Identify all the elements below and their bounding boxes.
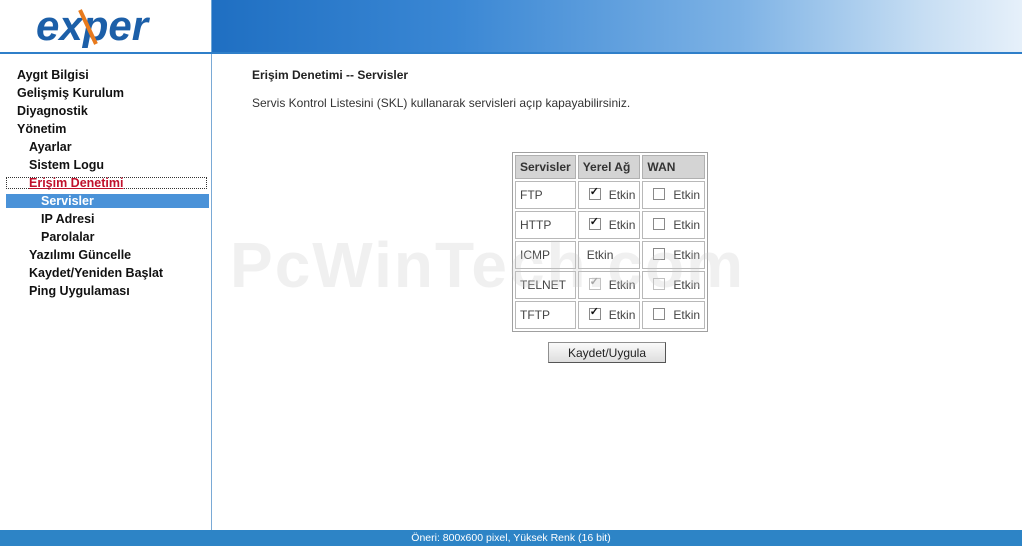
col-header-lan: Yerel Ağ: [577, 155, 641, 179]
table-header-row: Servisler Yerel Ağ WAN: [515, 155, 706, 179]
wan-checkbox-http[interactable]: [653, 218, 666, 230]
lan-cell: Etkin: [577, 211, 641, 239]
wan-cell: Etkin: [642, 211, 706, 239]
nav-selected-highlight: [6, 194, 209, 208]
sidebar-item-diyagnostik[interactable]: Diyagnostik: [17, 104, 88, 118]
service-name: TFTP: [515, 301, 576, 329]
wan-cell: Etkin: [642, 181, 706, 209]
sidebar: Aygıt Bilgisi Gelişmiş Kurulum Diyagnost…: [0, 54, 212, 530]
page-description: Servis Kontrol Listesini (SKL) kullanara…: [252, 96, 631, 110]
lan-cell: Etkin: [577, 271, 641, 299]
service-name: FTP: [515, 181, 576, 209]
wan-enable-label: Etkin: [673, 188, 701, 202]
sidebar-item-parolalar[interactable]: Parolalar: [41, 230, 95, 244]
table-row: HTTP Etkin Etkin: [515, 211, 706, 239]
header: exper: [0, 0, 1022, 54]
col-header-services: Servisler: [515, 155, 576, 179]
wan-cell: Etkin: [642, 241, 706, 269]
table-row: TFTP Etkin Etkin: [515, 301, 706, 329]
lan-enable-label: Etkin: [586, 248, 614, 262]
wan-enable-label: Etkin: [673, 248, 701, 262]
lan-checkbox-tftp[interactable]: [588, 305, 601, 320]
lan-cell: Etkin: [577, 181, 641, 209]
sidebar-item-erisim-denetimi[interactable]: Erişim Denetimi: [29, 176, 123, 190]
lan-checkbox-http[interactable]: [588, 215, 601, 230]
services-table: Servisler Yerel Ağ WAN FTP Etkin Etkin H…: [512, 152, 709, 332]
lan-checkbox-ftp[interactable]: [588, 185, 601, 200]
wan-checkbox-telnet[interactable]: [653, 278, 666, 290]
wan-enable-label: Etkin: [673, 218, 701, 232]
sidebar-item-aygit-bilgisi[interactable]: Aygıt Bilgisi: [17, 68, 89, 82]
wan-enable-label: Etkin: [673, 278, 701, 292]
sidebar-item-servisler[interactable]: Servisler: [41, 194, 94, 208]
lan-enable-label: Etkin: [608, 278, 636, 292]
table-row: TELNET Etkin Etkin: [515, 271, 706, 299]
page-title: Erişim Denetimi -- Servisler: [252, 68, 409, 82]
save-apply-button[interactable]: Kaydet/Uygula: [548, 342, 666, 363]
wan-cell: Etkin: [642, 301, 706, 329]
exper-logo: exper: [0, 0, 212, 52]
footer-bar: Öneri: 800x600 pixel, Yüksek Renk (16 bi…: [0, 530, 1022, 546]
lan-checkbox-telnet[interactable]: [588, 275, 601, 290]
sidebar-item-ayarlar[interactable]: Ayarlar: [29, 140, 72, 154]
sidebar-item-yazilimi-guncelle[interactable]: Yazılımı Güncelle: [29, 248, 131, 262]
service-name: HTTP: [515, 211, 576, 239]
sidebar-item-gelismis-kurulum[interactable]: Gelişmiş Kurulum: [17, 86, 124, 100]
wan-checkbox-tftp[interactable]: [653, 308, 666, 320]
col-header-wan: WAN: [642, 155, 706, 179]
service-name: ICMP: [515, 241, 576, 269]
sidebar-item-sistem-logu[interactable]: Sistem Logu: [29, 158, 104, 172]
wan-cell: Etkin: [642, 271, 706, 299]
wan-enable-label: Etkin: [673, 308, 701, 322]
main-content: Erişim Denetimi -- Servisler Servis Kont…: [212, 54, 1022, 530]
sidebar-item-kaydet-yeniden-baslat[interactable]: Kaydet/Yeniden Başlat: [29, 266, 163, 280]
lan-enable-label: Etkin: [608, 308, 636, 322]
sidebar-item-ping-uygulamasi[interactable]: Ping Uygulaması: [29, 284, 130, 298]
lan-cell: Etkin: [577, 301, 641, 329]
sidebar-item-ip-adresi[interactable]: IP Adresi: [41, 212, 95, 226]
table-row: ICMP Etkin Etkin: [515, 241, 706, 269]
wan-checkbox-ftp[interactable]: [653, 188, 666, 200]
footer-recommendation: Öneri: 800x600 pixel, Yüksek Renk (16 bi…: [411, 532, 611, 544]
lan-cell: Etkin: [577, 241, 641, 269]
lan-enable-label: Etkin: [608, 188, 636, 202]
table-row: FTP Etkin Etkin: [515, 181, 706, 209]
sidebar-item-yonetim[interactable]: Yönetim: [17, 122, 66, 136]
service-name: TELNET: [515, 271, 576, 299]
wan-checkbox-icmp[interactable]: [653, 248, 666, 260]
header-banner: [212, 0, 1022, 52]
lan-enable-label: Etkin: [608, 218, 636, 232]
